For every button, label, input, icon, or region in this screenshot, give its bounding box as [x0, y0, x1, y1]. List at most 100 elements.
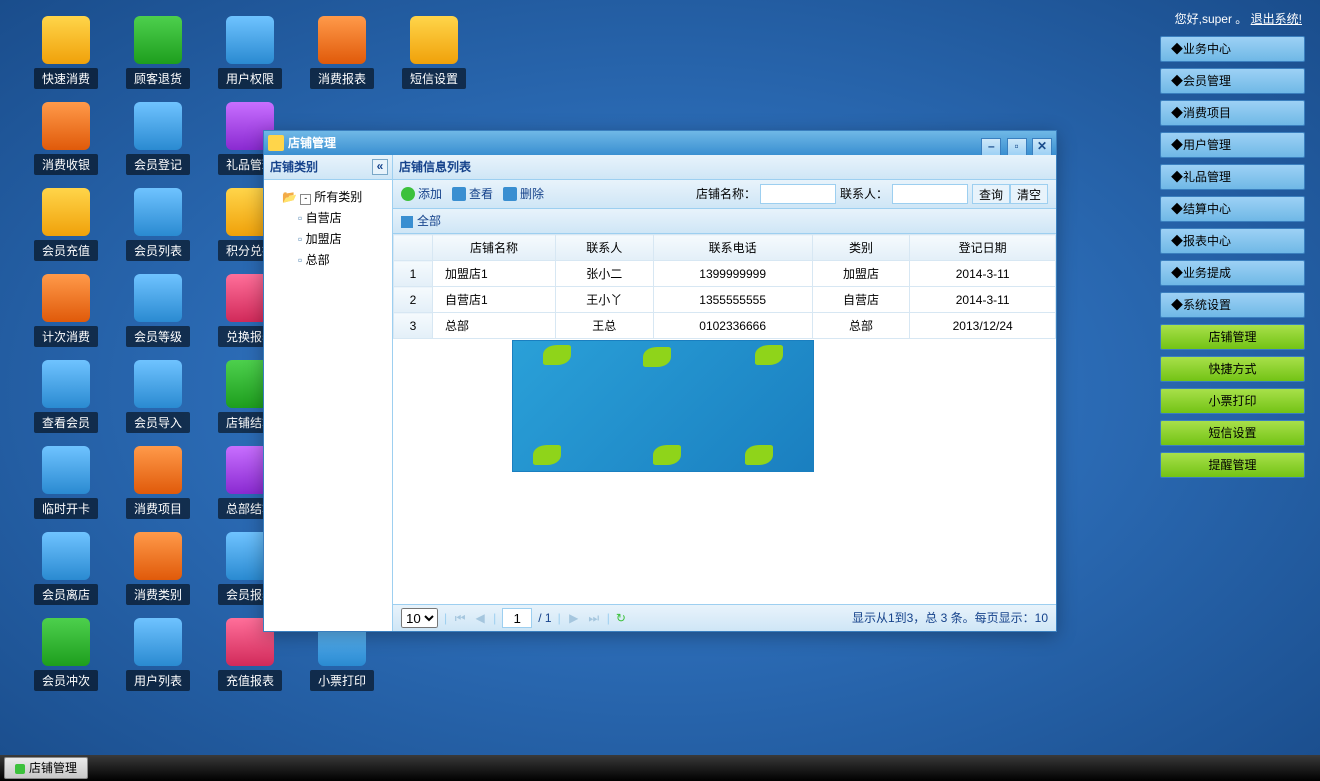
toolbar: 添加 查看 删除 店铺名称： 联系人： 查询 清空	[393, 180, 1056, 209]
app-icon	[42, 188, 90, 236]
desktop-icon[interactable]: 顾客退货	[118, 16, 198, 94]
delete-button[interactable]: 删除	[503, 180, 544, 208]
first-page-button[interactable]: ⏮	[453, 605, 467, 631]
desktop-icon-label: 充值报表	[218, 670, 282, 691]
minimize-button[interactable]: –	[981, 138, 1001, 156]
desktop-icon[interactable]: 会员列表	[118, 188, 198, 266]
tree-node[interactable]: 总部	[268, 249, 388, 270]
rmenu-item[interactable]: ◆结算中心	[1160, 196, 1305, 222]
desktop-icon[interactable]: 短信设置	[394, 16, 474, 94]
tree-node[interactable]: 自营店	[268, 207, 388, 228]
app-icon	[134, 532, 182, 580]
desktop-icon[interactable]: 会员等级	[118, 274, 198, 352]
desktop-icon-label: 会员冲次	[34, 670, 98, 691]
desktop-icon[interactable]: 用户权限	[210, 16, 290, 94]
logout-link[interactable]: 退出系统!	[1251, 12, 1302, 26]
rmenu-item[interactable]: ◆业务提成	[1160, 260, 1305, 286]
cell-date: 2014-3-11	[910, 287, 1056, 313]
desktop-icon[interactable]: 用户列表	[118, 618, 198, 696]
desktop-icon-label: 用户列表	[126, 670, 190, 691]
desktop-icon[interactable]: 会员离店	[26, 532, 106, 610]
desktop-icon[interactable]: 消费类别	[118, 532, 198, 610]
desktop-icon-label: 消费报表	[310, 68, 374, 89]
row-number: 2	[394, 287, 433, 313]
view-label: 查看	[469, 180, 493, 208]
rmenu-item[interactable]: ◆用户管理	[1160, 132, 1305, 158]
store-name-input[interactable]	[760, 184, 836, 204]
rmenu-item[interactable]: 小票打印	[1160, 388, 1305, 414]
rmenu-item[interactable]: 短信设置	[1160, 420, 1305, 446]
rmenu-item[interactable]: ◆会员管理	[1160, 68, 1305, 94]
grid-col-header[interactable]: 联系人	[555, 235, 653, 261]
desktop-icon-label: 会员离店	[34, 584, 98, 605]
collapse-left-icon[interactable]: «	[372, 159, 388, 175]
desktop-icon[interactable]: 消费项目	[118, 446, 198, 524]
taskbar-item[interactable]: 店铺管理	[4, 757, 88, 779]
app-icon	[134, 188, 182, 236]
add-button[interactable]: 添加	[401, 180, 442, 208]
grid-col-header[interactable]: 店铺名称	[433, 235, 556, 261]
add-icon	[401, 187, 415, 201]
search-button[interactable]: 查询	[972, 184, 1010, 204]
next-page-button[interactable]: ▶	[567, 605, 581, 631]
window-titlebar[interactable]: 店铺管理 – ▫ ✕	[264, 131, 1056, 155]
rmenu-item[interactable]: 提醒管理	[1160, 452, 1305, 478]
view-icon	[452, 187, 466, 201]
grid-col-header[interactable]: 登记日期	[910, 235, 1056, 261]
delete-icon	[503, 187, 517, 201]
cell-contact: 王小丫	[555, 287, 653, 313]
rmenu-item[interactable]: 快捷方式	[1160, 356, 1305, 382]
desktop-icon[interactable]: 查看会员	[26, 360, 106, 438]
desktop-icon-label: 查看会员	[34, 412, 98, 433]
app-icon	[42, 274, 90, 322]
cell-type: 总部	[812, 313, 910, 339]
window-title: 店铺管理	[288, 136, 336, 150]
cell-type: 加盟店	[812, 261, 910, 287]
desktop-icon-label: 会员等级	[126, 326, 190, 347]
maximize-button[interactable]: ▫	[1007, 138, 1027, 156]
grid-col-header[interactable]: 联系电话	[653, 235, 812, 261]
add-label: 添加	[418, 180, 442, 208]
desktop-icon-label: 计次消费	[34, 326, 98, 347]
rmenu-item[interactable]: 店铺管理	[1160, 324, 1305, 350]
desktop-icon[interactable]: 快速消费	[26, 16, 106, 94]
desktop-icon[interactable]: 会员冲次	[26, 618, 106, 696]
rmenu-item[interactable]: ◆消费项目	[1160, 100, 1305, 126]
page-size-select[interactable]: 10	[401, 608, 438, 628]
left-pane-title: 店铺类别	[270, 160, 318, 174]
grid-title-bar: 全部	[393, 209, 1056, 234]
desktop-icon-label: 消费项目	[126, 498, 190, 519]
last-page-button[interactable]: ⏭	[587, 605, 601, 631]
rmenu-item[interactable]: ◆礼品管理	[1160, 164, 1305, 190]
grid-col-header[interactable]: 类别	[812, 235, 910, 261]
window-icon	[268, 135, 284, 151]
desktop-icon[interactable]: 会员充值	[26, 188, 106, 266]
app-icon	[318, 16, 366, 64]
desktop-icon[interactable]: 会员导入	[118, 360, 198, 438]
rmenu-item[interactable]: ◆系统设置	[1160, 292, 1305, 318]
page-input[interactable]	[502, 608, 532, 628]
cell-contact: 王总	[555, 313, 653, 339]
rmenu-item[interactable]: ◆业务中心	[1160, 36, 1305, 62]
tree-node[interactable]: 加盟店	[268, 228, 388, 249]
table-row[interactable]: 2自营店1王小丫1355555555自营店2014-3-11	[394, 287, 1056, 313]
cell-contact: 张小二	[555, 261, 653, 287]
clear-button[interactable]: 清空	[1010, 184, 1048, 204]
refresh-button[interactable]: ↻	[616, 605, 626, 631]
view-button[interactable]: 查看	[452, 180, 493, 208]
row-number: 3	[394, 313, 433, 339]
close-button[interactable]: ✕	[1032, 138, 1052, 156]
prev-page-button[interactable]: ◀	[473, 605, 487, 631]
table-row[interactable]: 1加盟店1张小二1399999999加盟店2014-3-11	[394, 261, 1056, 287]
desktop-icon-label: 消费收银	[34, 154, 98, 175]
left-pane-header: 店铺类别 «	[264, 155, 392, 180]
desktop-icon[interactable]: 消费收银	[26, 102, 106, 180]
desktop-icon[interactable]: 计次消费	[26, 274, 106, 352]
rmenu-item[interactable]: ◆报表中心	[1160, 228, 1305, 254]
desktop-icon[interactable]: 会员登记	[118, 102, 198, 180]
table-row[interactable]: 3总部王总0102336666总部2013/12/24	[394, 313, 1056, 339]
desktop-icon[interactable]: 消费报表	[302, 16, 382, 94]
contact-input[interactable]	[892, 184, 968, 204]
tree-root[interactable]: -所有类别	[268, 186, 388, 207]
desktop-icon[interactable]: 临时开卡	[26, 446, 106, 524]
